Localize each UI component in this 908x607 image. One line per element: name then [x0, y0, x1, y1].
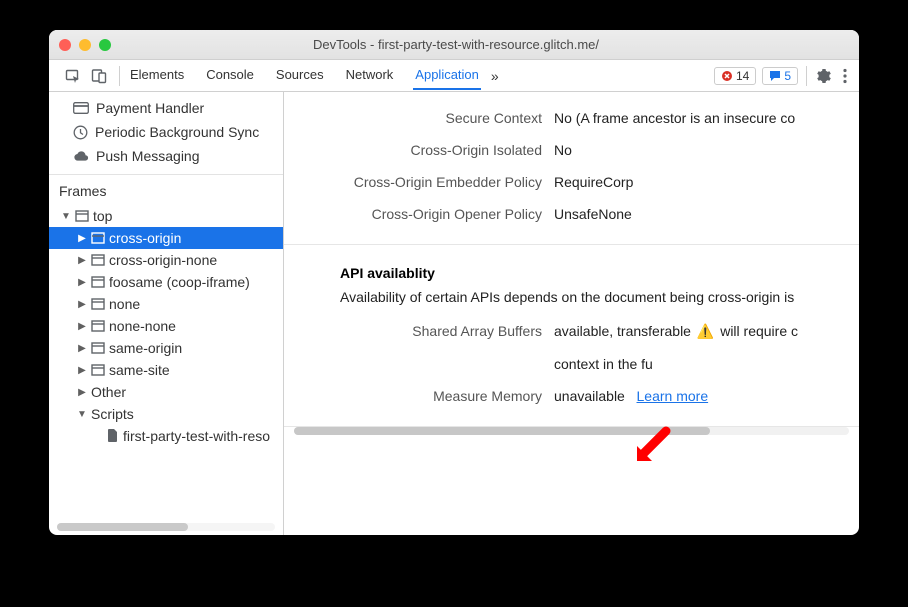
message-count-badge[interactable]: 5 [762, 67, 798, 85]
row-value-sab-cont: context in the fu [554, 356, 653, 372]
card-icon [73, 102, 89, 114]
devtools-toolbar: Elements Console Sources Network Applica… [49, 60, 859, 92]
frame-icon [91, 276, 105, 288]
frame-label: Scripts [91, 406, 134, 422]
titlebar: DevTools - first-party-test-with-resourc… [49, 30, 859, 60]
info-row: Cross-Origin Opener PolicyUnsafeNone [284, 198, 859, 230]
device-toolbar-icon[interactable] [91, 68, 107, 84]
frame-icon [91, 298, 105, 310]
row-label: Secure Context [284, 110, 554, 126]
info-row: Cross-Origin IsolatedNo [284, 134, 859, 166]
content-area: Payment Handler Periodic Background Sync… [49, 92, 859, 535]
main-horizontal-scrollbar[interactable] [284, 427, 859, 441]
devtools-window: DevTools - first-party-test-with-resourc… [49, 30, 859, 535]
frame-label: top [93, 208, 112, 224]
frame-label: cross-origin-none [109, 252, 217, 268]
sidebar-item-label: Periodic Background Sync [95, 124, 259, 140]
api-availability-section: API availablity Availability of certain … [284, 245, 859, 427]
tab-console[interactable]: Console [204, 61, 256, 90]
security-section: Secure ContextNo (A frame ancestor is an… [284, 92, 859, 245]
error-count: 14 [736, 69, 749, 83]
inspect-element-icon[interactable] [65, 68, 81, 84]
cloud-icon [73, 150, 89, 162]
row-label: Cross-Origin Embedder Policy [284, 174, 554, 190]
error-count-badge[interactable]: 14 [714, 67, 756, 85]
row-label-sab: Shared Array Buffers [284, 323, 554, 340]
sidebar-item-push-messaging[interactable]: Push Messaging [49, 144, 283, 168]
frame-tree-item[interactable]: ▶same-origin [49, 337, 283, 359]
kebab-menu-icon[interactable] [843, 68, 847, 84]
sidebar-item-label: Payment Handler [96, 100, 204, 116]
frame-tree-item[interactable]: ▶cross-origin [49, 227, 283, 249]
row-value: No [554, 142, 572, 158]
frame-tree-top[interactable]: ▼ top [49, 205, 283, 227]
frame-label: same-site [109, 362, 170, 378]
more-tabs-icon[interactable]: » [491, 68, 499, 84]
row-value: RequireCorp [554, 174, 633, 190]
frame-tree-item[interactable]: ▶none-none [49, 315, 283, 337]
frame-label: Other [91, 384, 126, 400]
script-label: first-party-test-with-reso [123, 428, 270, 444]
learn-more-link[interactable]: Learn more [637, 388, 709, 404]
section-description: Availability of certain APIs depends on … [284, 285, 859, 315]
panel-tabs: Elements Console Sources Network Applica… [128, 61, 481, 90]
frame-label: none [109, 296, 140, 312]
warning-icon: ⚠️ [697, 323, 714, 339]
sidebar-horizontal-scrollbar[interactable] [57, 523, 275, 531]
frame-icon [91, 320, 105, 332]
row-value-sab: available, transferable ⚠️ will require … [554, 323, 798, 340]
row-label: Cross-Origin Opener Policy [284, 206, 554, 222]
frame-tree-item[interactable]: ▶cross-origin-none [49, 249, 283, 271]
frame-tree-item[interactable]: ▶Other [49, 381, 283, 403]
message-count: 5 [784, 69, 791, 83]
info-row: Cross-Origin Embedder PolicyRequireCorp [284, 166, 859, 198]
measure-memory-value: unavailable [554, 388, 625, 404]
frame-icon [91, 364, 105, 376]
script-item[interactable]: first-party-test-with-reso [49, 425, 283, 447]
frame-label: same-origin [109, 340, 182, 356]
frame-label: none-none [109, 318, 176, 334]
row-value: No (A frame ancestor is an insecure co [554, 110, 795, 126]
frame-icon [91, 232, 105, 244]
row-value: UnsafeNone [554, 206, 632, 222]
sidebar-item-label: Push Messaging [96, 148, 200, 164]
main-panel: Secure ContextNo (A frame ancestor is an… [284, 92, 859, 535]
frame-tree-item[interactable]: ▶same-site [49, 359, 283, 381]
frame-label: cross-origin [109, 230, 181, 246]
clock-icon [73, 125, 88, 140]
info-row: Secure ContextNo (A frame ancestor is an… [284, 102, 859, 134]
frame-icon [91, 254, 105, 266]
sidebar-item-periodic-bg-sync[interactable]: Periodic Background Sync [49, 120, 283, 144]
frame-tree-item[interactable]: ▼Scripts [49, 403, 283, 425]
window-title: DevTools - first-party-test-with-resourc… [63, 37, 849, 52]
tab-application[interactable]: Application [413, 61, 481, 90]
section-title: API availablity [284, 255, 859, 285]
row-label-mm: Measure Memory [284, 388, 554, 404]
tab-elements[interactable]: Elements [128, 61, 186, 90]
row-label: Cross-Origin Isolated [284, 142, 554, 158]
tab-sources[interactable]: Sources [274, 61, 326, 90]
frame-tree-item[interactable]: ▶foosame (coop-iframe) [49, 271, 283, 293]
sidebar: Payment Handler Periodic Background Sync… [49, 92, 284, 535]
frame-tree-item[interactable]: ▶none [49, 293, 283, 315]
tab-network[interactable]: Network [344, 61, 396, 90]
settings-gear-icon[interactable] [815, 68, 831, 84]
frame-icon [91, 342, 105, 354]
frame-label: foosame (coop-iframe) [109, 274, 250, 290]
frames-header: Frames [49, 175, 283, 205]
sidebar-item-payment-handler[interactable]: Payment Handler [49, 96, 283, 120]
